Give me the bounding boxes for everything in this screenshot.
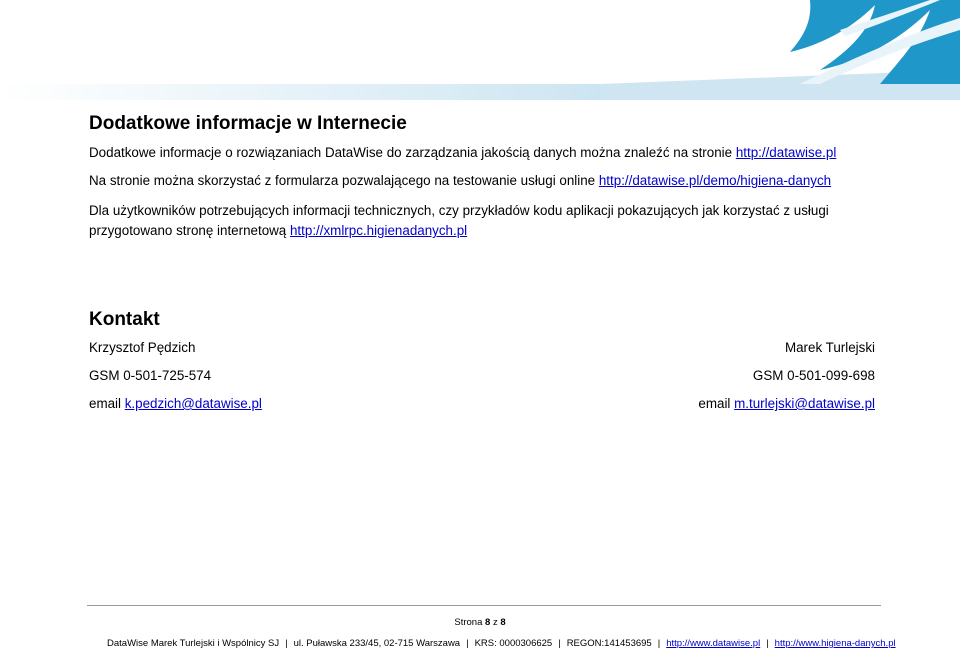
contact-right-email-label: email	[698, 396, 735, 411]
contact-right-email: email m.turlejski@datawise.pl	[698, 394, 875, 413]
contact-left-email: email k.pedzich@datawise.pl	[89, 394, 262, 413]
page-of: z	[492, 617, 498, 628]
page-label: Strona	[454, 617, 483, 628]
footer-sep-2: |	[466, 638, 469, 649]
info-line-2: Na stronie można skorzystać z formularza…	[89, 171, 831, 190]
xmlrpc-link[interactable]: http://xmlrpc.higienadanych.pl	[290, 223, 467, 238]
page-total: 8	[500, 617, 506, 628]
contact-left-name: Krzysztof Pędzich	[89, 340, 196, 355]
footer-link-datawise[interactable]: http://www.datawise.pl	[666, 638, 760, 649]
contact-right-phone: GSM 0-501-099-698	[752, 368, 875, 383]
contact-right-name: Marek Turlejski	[784, 340, 875, 355]
contact-heading: Kontakt	[89, 309, 160, 330]
bird-swoosh-icon	[0, 0, 960, 100]
contact-left-email-label: email	[89, 396, 125, 411]
footer-link-higiena[interactable]: http://www.higiena-danych.pl	[775, 638, 896, 649]
footer: DataWise Marek Turlejski i Wspólnicy SJ |…	[107, 638, 896, 649]
header-logo	[0, 0, 960, 100]
footer-sep-4: |	[657, 638, 661, 649]
footer-divider	[87, 605, 881, 606]
footer-regon: REGON:141453695	[566, 638, 652, 649]
contact-left-phone: GSM 0-501-725-574	[89, 368, 212, 383]
contact-left-email-link[interactable]: k.pedzich@datawise.pl	[125, 396, 262, 411]
info-line-3: Dla użytkowników potrzebujących informac…	[89, 201, 889, 241]
internet-heading: Dodatkowe informacje w Internecie	[89, 113, 407, 134]
info-line-2-text: Na stronie można skorzystać z formularza…	[89, 173, 599, 188]
footer-sep-5: |	[766, 638, 769, 649]
info-line-1-text: Dodatkowe informacje o rozwiązaniach Dat…	[89, 145, 736, 160]
page-number: Strona 8 z 8	[0, 617, 960, 628]
demo-link[interactable]: http://datawise.pl/demo/higiena-danych	[599, 173, 831, 188]
footer-address: ul. Puławska 233/45, 02-715 Warszawa	[293, 638, 461, 649]
datawise-link[interactable]: http://datawise.pl	[736, 145, 837, 160]
info-line-1: Dodatkowe informacje o rozwiązaniach Dat…	[89, 143, 836, 162]
footer-sep-3: |	[558, 638, 561, 649]
footer-company: DataWise Marek Turlejski i Wspólnicy SJ	[107, 638, 280, 649]
footer-krs: KRS: 0000306625	[474, 638, 553, 649]
contact-right-email-link[interactable]: m.turlejski@datawise.pl	[734, 396, 875, 411]
footer-sep-1: |	[285, 638, 288, 649]
page-current: 8	[485, 617, 491, 628]
